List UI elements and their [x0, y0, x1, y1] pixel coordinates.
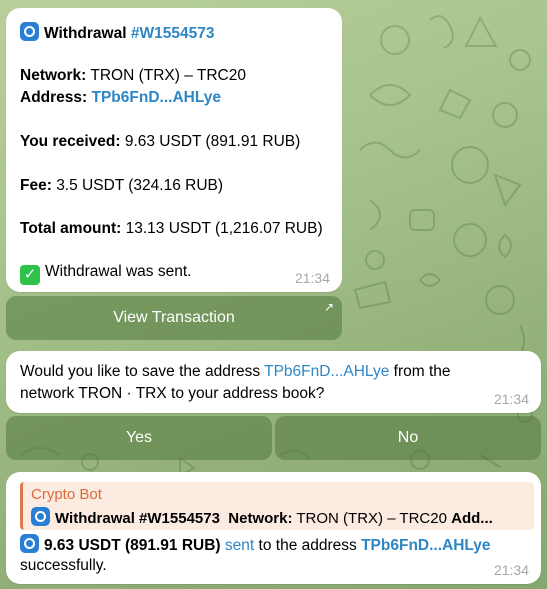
- address-link[interactable]: TPb6FnD...AHLye: [92, 89, 221, 106]
- crypto-bot-app-icon: [20, 22, 39, 41]
- network-label: Network:: [20, 67, 87, 84]
- no-label: No: [397, 429, 419, 446]
- reply-sender: Crypto Bot: [31, 486, 102, 503]
- withdrawal-title: Withdrawal: [44, 25, 127, 42]
- sent-confirmation-message-bubble: Crypto Bot Withdrawal #W1554573 Network:…: [6, 472, 541, 584]
- reply-network-label: Network:: [228, 510, 293, 527]
- view-transaction-label: View Transaction: [113, 309, 235, 326]
- sent-line2: successfully.: [20, 557, 107, 574]
- network-value: TRON (TRX) – TRC20: [90, 67, 246, 84]
- received-value: 9.63 USDT (891.91 RUB): [124, 133, 301, 150]
- save-address-text-line1: Would you like to save the address TPb6F…: [20, 362, 451, 382]
- network-line: Network: TRON (TRX) – TRC20: [20, 66, 246, 86]
- total-label: Total amount:: [20, 220, 122, 237]
- address-label: Address:: [20, 89, 88, 106]
- yes-button[interactable]: Yes: [6, 416, 272, 460]
- save-address-link[interactable]: TPb6FnD...AHLye: [264, 363, 389, 380]
- message-time: 21:34: [493, 562, 529, 578]
- withdrawal-message-bubble: Withdrawal #W1554573 Network: TRON (TRX)…: [6, 8, 342, 292]
- sent-address-link[interactable]: TPb6FnD...AHLye: [361, 537, 490, 554]
- total-value: 13.13 USDT (1,216.07 RUB): [125, 220, 323, 237]
- withdrawal-title-line: Withdrawal #W1554573: [20, 22, 214, 44]
- view-transaction-button[interactable]: View Transaction ↗: [6, 296, 342, 340]
- received-line: You received: 9.63 USDT (891.91 RUB): [20, 132, 300, 152]
- external-link-arrow-icon: ↗: [323, 300, 334, 314]
- status-text: Withdrawal was sent.: [45, 263, 192, 280]
- to-address-text: to the address: [258, 537, 357, 554]
- received-label: You received:: [20, 133, 121, 150]
- fee-value: 3.5 USDT (324.16 RUB): [56, 177, 224, 194]
- withdrawal-id-link[interactable]: #W1554573: [131, 25, 215, 42]
- reply-preview: Withdrawal #W1554573 Network: TRON (TRX)…: [31, 507, 529, 527]
- crypto-bot-app-icon: [20, 534, 39, 553]
- reply-title: Withdrawal #W1554573: [55, 510, 220, 527]
- save-address-text-after: from the: [389, 363, 451, 380]
- address-line: Address: TPb6FnD...AHLye: [20, 88, 221, 108]
- save-address-text-before: Would you like to save the address: [20, 363, 265, 380]
- crypto-bot-app-icon: [31, 507, 50, 526]
- sent-link[interactable]: sent: [225, 537, 254, 554]
- fee-line: Fee: 3.5 USDT (324.16 RUB): [20, 176, 223, 196]
- no-button[interactable]: No: [275, 416, 541, 460]
- reply-more: Add...: [451, 510, 493, 527]
- save-address-text-line2: network TRON · TRX to your address book?: [20, 385, 325, 402]
- sent-line1: 9.63 USDT (891.91 RUB) sent to the addre…: [20, 534, 491, 556]
- check-mark-icon: ✓: [20, 265, 40, 285]
- total-line: Total amount: 13.13 USDT (1,216.07 RUB): [20, 219, 323, 239]
- message-time: 21:34: [294, 270, 330, 286]
- status-line: ✓ Withdrawal was sent.: [20, 262, 191, 285]
- yes-label: Yes: [125, 429, 153, 446]
- sent-amount: 9.63 USDT (891.91 RUB): [44, 537, 221, 554]
- save-address-message-bubble: Would you like to save the address TPb6F…: [6, 351, 541, 413]
- reply-quote[interactable]: Crypto Bot Withdrawal #W1554573 Network:…: [20, 482, 534, 530]
- message-time: 21:34: [493, 391, 529, 407]
- reply-network-value: TRON (TRX) – TRC20: [296, 510, 447, 527]
- fee-label: Fee:: [20, 177, 52, 194]
